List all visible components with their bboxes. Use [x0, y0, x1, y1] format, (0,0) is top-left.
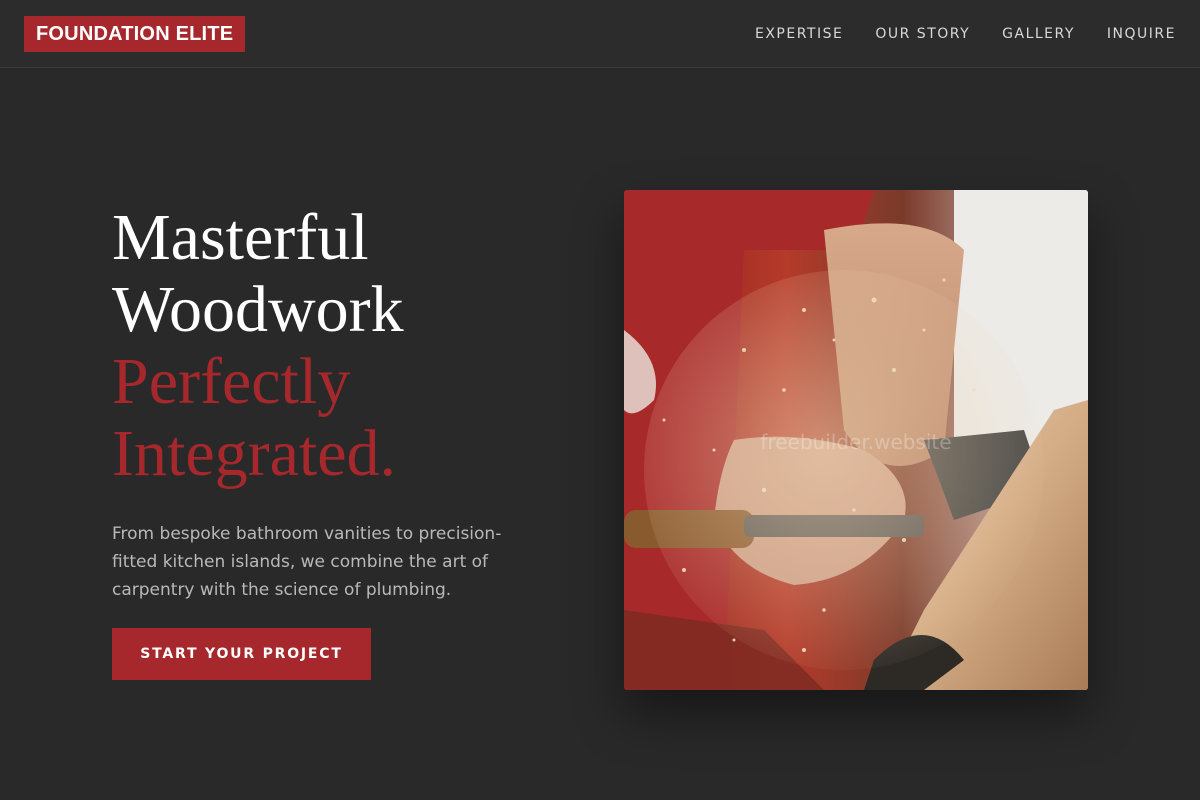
headline-line-3: Perfectly [112, 345, 351, 418]
nav-link-our-story[interactable]: OUR STORY [875, 26, 970, 42]
site-header: FOUNDATION ELITE EXPERTISE OUR STORY GAL… [0, 0, 1200, 68]
image-watermark: freebuilder.website [760, 430, 952, 454]
nav-link-expertise[interactable]: EXPERTISE [755, 26, 843, 42]
headline-line-2: Woodwork [112, 273, 404, 346]
hero-description: From bespoke bathroom vanities to precis… [112, 524, 502, 600]
hero-image-woodworker: freebuilder.website [624, 190, 1088, 690]
nav-link-inquire[interactable]: INQUIRE [1107, 26, 1176, 42]
headline-line-1: Masterful [112, 201, 369, 274]
start-project-button[interactable]: START YOUR PROJECT [112, 628, 371, 680]
headline-line-4: Integrated. [112, 417, 397, 490]
nav-link-gallery[interactable]: GALLERY [1002, 26, 1075, 42]
hero-text: Masterful Woodwork Perfectly Integrated.… [112, 202, 552, 604]
main-nav: EXPERTISE OUR STORY GALLERY INQUIRE [723, 0, 1176, 68]
brand-logo[interactable]: FOUNDATION ELITE [24, 16, 246, 52]
hero-headline: Masterful Woodwork Perfectly Integrated. [112, 202, 552, 490]
